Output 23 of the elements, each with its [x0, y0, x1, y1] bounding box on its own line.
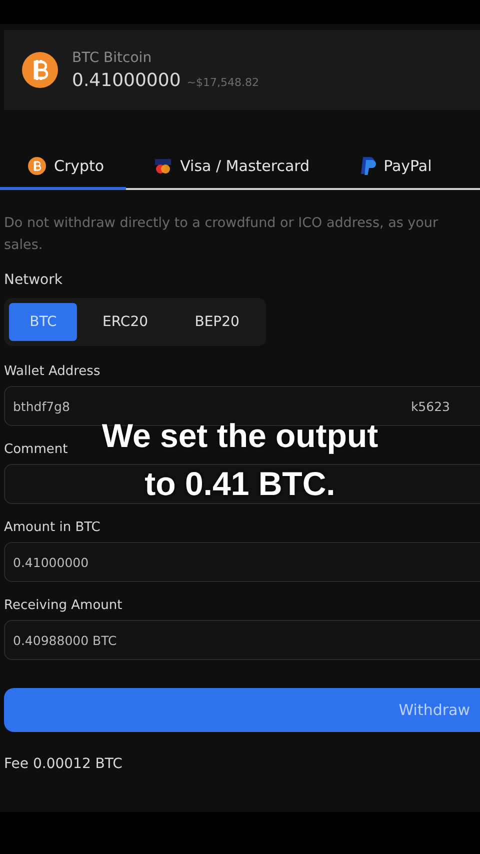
field-label: Amount in BTC — [3, 520, 102, 535]
card-icon — [154, 157, 172, 175]
input-field[interactable] — [4, 464, 480, 504]
input-field[interactable]: 0.41000000 — [4, 542, 480, 582]
field-label: Comment — [3, 442, 69, 457]
method-tab[interactable]: PayPal — [332, 156, 454, 190]
network-option[interactable]: BEP20 — [173, 303, 261, 341]
paypal-icon — [360, 156, 376, 176]
network-label: Network — [3, 272, 64, 288]
input-field[interactable]: 0.40988000 BTC — [4, 620, 480, 660]
asset-name: BTC Bitcoin — [72, 50, 153, 66]
method-tab[interactable]: Crypto — [0, 156, 126, 190]
bitcoin-icon — [22, 52, 58, 88]
fee-text: Fee 0.00012 BTC — [3, 756, 124, 772]
field-label: Wallet Address — [3, 364, 102, 379]
video-caption: to 0.41 BTC. — [144, 464, 336, 504]
field-label: Receiving Amount — [3, 598, 124, 613]
fiat-value: ~$17,548.82 — [186, 76, 259, 88]
method-tab[interactable]: Visa / Mastercard — [126, 156, 332, 190]
bitcoin-icon — [28, 157, 46, 175]
asset-balance: 0.41000000 — [72, 70, 181, 90]
network-option[interactable]: ERC20 — [81, 303, 170, 341]
warning-text: Do not withdraw directly to a crowdfund or ICO address, as your sales. — [4, 214, 440, 255]
